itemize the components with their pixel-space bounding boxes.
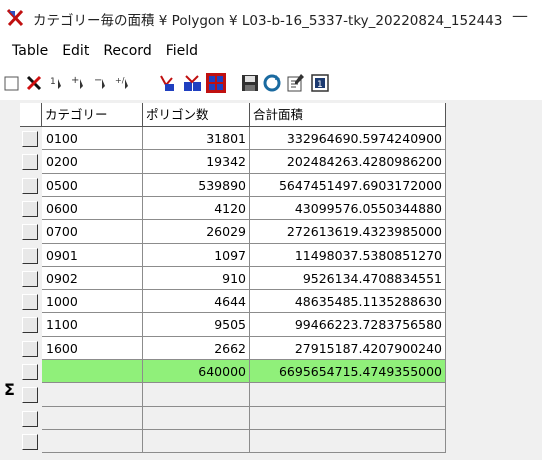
table-cell[interactable]: 910 xyxy=(143,267,250,290)
table-cell[interactable]: 0600 xyxy=(42,197,143,220)
table-cell[interactable]: 4120 xyxy=(143,197,250,220)
table-cell[interactable]: 0902 xyxy=(42,267,143,290)
svg-text:1: 1 xyxy=(317,80,323,90)
menu-table[interactable]: Table xyxy=(0,43,48,59)
svg-text:−: − xyxy=(94,75,102,86)
sort-ascending-icon[interactable]: 1 xyxy=(48,73,68,93)
table-cell[interactable]: 1600 xyxy=(42,337,143,360)
svg-text:+: + xyxy=(71,75,79,86)
row-selector[interactable] xyxy=(22,131,38,147)
toolbar: 1 + − +/ 1 xyxy=(0,70,542,98)
join-icon[interactable] xyxy=(182,73,202,93)
table-cell[interactable]: 4644 xyxy=(143,290,250,313)
row-selector[interactable] xyxy=(22,248,38,264)
table-cell[interactable]: 332964690.5974240900 xyxy=(250,127,446,150)
delete-icon[interactable] xyxy=(24,73,44,93)
calculate-icon[interactable]: +/ xyxy=(114,73,134,93)
empty-cell[interactable] xyxy=(42,383,143,407)
select-all-icon[interactable] xyxy=(206,73,226,93)
refresh-icon[interactable] xyxy=(262,73,282,93)
minimize-button[interactable]: — xyxy=(505,6,535,26)
row-selector[interactable] xyxy=(22,224,38,240)
table-cell[interactable]: 1097 xyxy=(143,244,250,267)
row-selector[interactable] xyxy=(22,201,38,217)
table-cell[interactable]: 0100 xyxy=(42,127,143,150)
sum-symbol: Σ xyxy=(4,380,15,399)
row-selector[interactable] xyxy=(22,341,38,357)
table-cell[interactable]: 11498037.5380851270 xyxy=(250,244,446,267)
save-icon[interactable] xyxy=(240,73,260,93)
statistics-icon[interactable]: 1 xyxy=(310,73,330,93)
table-cell[interactable]: 2662 xyxy=(143,337,250,360)
table-cell[interactable]: 26029 xyxy=(143,220,250,244)
table-cell[interactable]: 1100 xyxy=(42,313,143,337)
empty-cell[interactable] xyxy=(250,383,446,407)
table-cell[interactable]: 539890 xyxy=(143,174,250,197)
filter-icon[interactable] xyxy=(158,73,178,93)
row-selector[interactable] xyxy=(22,411,38,427)
column-header-polygon-count[interactable]: ポリゴン数 xyxy=(143,103,250,127)
table-cell[interactable]: 99466223.7283756580 xyxy=(250,313,446,337)
table-cell[interactable]: 0500 xyxy=(42,174,143,197)
row-selector[interactable] xyxy=(22,317,38,333)
sum-cell[interactable] xyxy=(42,360,143,383)
empty-cell[interactable] xyxy=(42,407,143,430)
empty-cell[interactable] xyxy=(250,430,446,453)
empty-cell[interactable] xyxy=(250,407,446,430)
table-cell[interactable]: 27915187.4207900240 xyxy=(250,337,446,360)
menu-record[interactable]: Record xyxy=(91,43,151,59)
row-selector[interactable] xyxy=(22,178,38,194)
table-cell[interactable]: 0700 xyxy=(42,220,143,244)
table-cell[interactable]: 5647451497.6903172000 xyxy=(250,174,446,197)
empty-cell[interactable] xyxy=(143,430,250,453)
edit-icon[interactable] xyxy=(286,73,306,93)
row-selector[interactable] xyxy=(22,154,38,170)
empty-cell[interactable] xyxy=(143,407,250,430)
menu-bar: Table Edit Record Field xyxy=(0,40,542,62)
window-title: カテゴリー毎の面積 ¥ Polygon ¥ L03-b-16_5337-tky_… xyxy=(33,13,503,29)
sum-cell[interactable]: 6695654715.4749355000 xyxy=(250,360,446,383)
attribute-table: カテゴリー ポリゴン数 合計面積 Σ 0100 31801 332964690.59… xyxy=(0,100,542,460)
table-cell[interactable]: 9505 xyxy=(143,313,250,337)
column-header-category[interactable]: カテゴリー xyxy=(42,103,143,127)
checkbox-icon[interactable] xyxy=(2,73,22,93)
remove-record-icon[interactable]: − xyxy=(92,73,112,93)
row-selector[interactable] xyxy=(22,271,38,287)
table-cell[interactable]: 43099576.0550344880 xyxy=(250,197,446,220)
row-selector[interactable] xyxy=(22,434,38,450)
table-cell[interactable]: 0901 xyxy=(42,244,143,267)
row-selector[interactable] xyxy=(22,364,38,380)
svg-text:1: 1 xyxy=(50,77,56,87)
corner-header xyxy=(20,103,42,127)
svg-text:+/: +/ xyxy=(115,76,125,85)
table-cell[interactable]: 31801 xyxy=(143,127,250,150)
empty-cell[interactable] xyxy=(42,430,143,453)
menu-field[interactable]: Field xyxy=(154,43,198,59)
empty-cell[interactable] xyxy=(143,383,250,407)
sum-cell[interactable]: 640000 xyxy=(143,360,250,383)
row-selector[interactable] xyxy=(22,387,38,403)
table-cell[interactable]: 48635485.1135288630 xyxy=(250,290,446,313)
column-header-total-area[interactable]: 合計面積 xyxy=(250,103,446,127)
table-cell[interactable]: 0200 xyxy=(42,150,143,174)
table-cell[interactable]: 272613619.4323985000 xyxy=(250,220,446,244)
table-cell[interactable]: 202484263.4280986200 xyxy=(250,150,446,174)
table-cell[interactable]: 1000 xyxy=(42,290,143,313)
table-cell[interactable]: 19342 xyxy=(143,150,250,174)
menu-edit[interactable]: Edit xyxy=(50,43,89,59)
table-cell[interactable]: 9526134.4708834551 xyxy=(250,267,446,290)
title-bar: カテゴリー毎の面積 ¥ Polygon ¥ L03-b-16_5337-tky_… xyxy=(0,0,542,36)
row-selector[interactable] xyxy=(22,294,38,310)
app-icon xyxy=(6,8,24,27)
add-record-icon[interactable]: + xyxy=(70,73,90,93)
